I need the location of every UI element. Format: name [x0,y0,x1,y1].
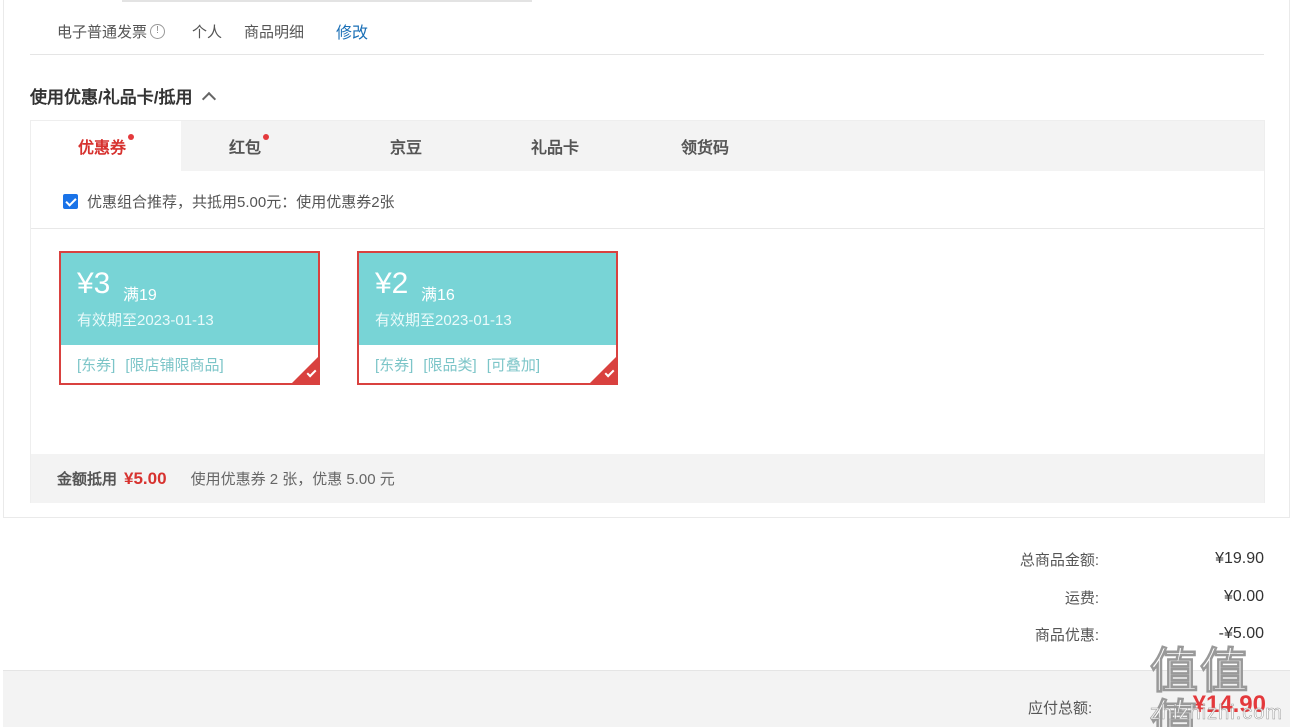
new-dot-icon [263,134,269,140]
edit-invoice-link[interactable]: 修改 [336,19,368,43]
tab-coupons[interactable]: 优惠券 [31,121,181,171]
summary-label: 金额抵用 [57,471,118,488]
coupon-card[interactable]: ¥3 满19 有效期至2023-01-13 [东券] [限店铺限商品] [59,251,320,385]
coupon-validity: 有效期至2023-01-13 [375,312,512,329]
tab-label: 礼品卡 [530,140,579,157]
inner-divider [31,228,1264,229]
coupon-condition: 满16 [421,287,455,304]
total-goods-row: 总商品金额: ¥19.90 [959,548,1264,570]
tab-redeem-code[interactable]: 领货码 [630,121,780,171]
coupon-tag: [限品类] [423,357,477,374]
coupon-amount: ¥2 [375,267,409,300]
summary-desc: 使用优惠券 2 张，优惠 5.00 元 [190,471,395,488]
tab-label: 优惠券 [77,140,126,157]
summary-amount: ¥5.00 [124,468,167,488]
discount-section-toggle[interactable]: 使用优惠/礼品卡/抵用 [30,83,217,108]
tab-jingdou[interactable]: 京豆 [331,121,481,171]
tab-label: 领货码 [680,140,729,157]
coupon-amount: ¥3 [77,267,111,300]
coupon-tag: [可叠加] [486,357,541,374]
tab-gift-card[interactable]: 礼品卡 [480,121,630,171]
discount-label: 商品优惠: [1034,626,1099,644]
discount-value: -¥5.00 [1218,625,1264,642]
shipping-label: 运费: [1064,589,1099,607]
info-icon[interactable]: ! [150,23,166,39]
discount-summary: 金额抵用 ¥5.00 使用优惠券 2 张，优惠 5.00 元 [31,454,1264,503]
invoice-row: 电子普通发票 ! 个人 商品明细 修改 [57,20,368,42]
coupon-tag: [东券] [77,357,116,374]
invoice-title: 个人 [192,23,223,41]
shipping-row: 运费: ¥0.00 [959,586,1264,608]
coupon-header: ¥3 满19 有效期至2023-01-13 [61,253,318,345]
invoice-type: 电子普通发票 [57,23,148,41]
coupon-tags: [东券] [限品类] [可叠加] [375,354,540,375]
coupon-condition: 满19 [123,287,157,304]
recommend-row[interactable]: 优惠组合推荐，共抵用5.00元：使用优惠券2张 [63,191,395,212]
coupon-validity: 有效期至2023-01-13 [77,312,214,329]
discount-row: 商品优惠: -¥5.00 [959,623,1264,645]
section-divider [30,54,1264,55]
tab-red-packets[interactable]: 红包 [174,121,324,171]
coupon-card[interactable]: ¥2 满16 有效期至2023-01-13 [东券] [限品类] [可叠加] [357,251,618,385]
tab-label: 红包 [228,140,261,157]
recommend-text: 优惠组合推荐，共抵用5.00元：使用优惠券2张 [87,194,395,211]
shipping-value: ¥0.00 [1223,588,1264,605]
payment-bar: 应付总额: ¥14.90 [3,670,1290,727]
discount-tab-box: 优惠券 红包 京豆 礼品卡 领货码 优惠组合推荐，共抵用5.00元：使用优惠券2… [30,120,1265,503]
total-goods-value: ¥19.90 [1215,550,1264,567]
payable-value: ¥14.90 [1192,691,1266,718]
new-dot-icon [128,134,134,140]
total-goods-label: 总商品金额: [1019,551,1099,569]
section-title: 使用优惠/礼品卡/抵用 [30,88,193,107]
coupon-tag: [东券] [375,357,414,374]
invoice-content: 商品明细 [244,23,305,41]
coupon-tag: [限店铺限商品] [125,357,224,374]
coupon-tags: [东券] [限店铺限商品] [77,354,224,375]
recommend-checkbox[interactable] [63,194,78,209]
tab-label: 京豆 [389,140,422,157]
tab-bar: 优惠券 红包 京豆 礼品卡 领货码 [31,121,1264,171]
coupon-header: ¥2 满16 有效期至2023-01-13 [359,253,616,345]
payable-label: 应付总额: [1028,700,1093,717]
chevron-up-icon [202,91,217,106]
